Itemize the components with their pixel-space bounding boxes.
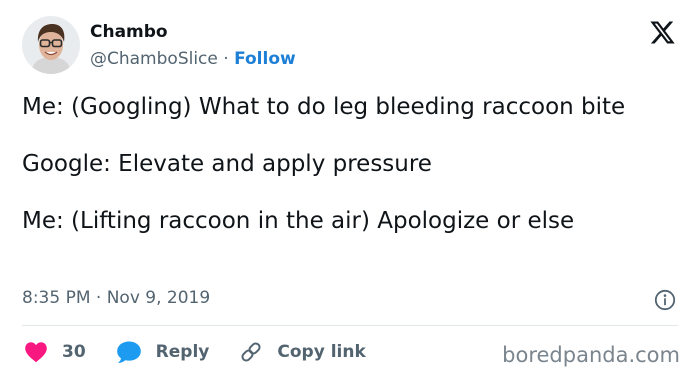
avatar[interactable] bbox=[22, 16, 80, 74]
reply-button[interactable]: Reply bbox=[116, 340, 210, 364]
action-bar: 30 Reply Copy link bbox=[24, 338, 366, 366]
tweet-line: Me: (Googling) What to do leg bleeding r… bbox=[22, 94, 626, 120]
divider bbox=[22, 325, 678, 326]
timestamp-separator: · bbox=[95, 288, 102, 308]
tweet-text: Me: (Googling) What to do leg bleeding r… bbox=[22, 92, 672, 236]
tweet-time: 8:35 PM bbox=[22, 288, 91, 308]
tweet-line: Me: (Lifting raccoon in the air) Apologi… bbox=[22, 208, 575, 234]
avatar-image bbox=[22, 16, 80, 74]
heart-icon bbox=[25, 342, 47, 363]
author-display-name[interactable]: Chambo bbox=[90, 22, 168, 42]
reply-label: Reply bbox=[155, 342, 210, 362]
tweet-line: Google: Elevate and apply pressure bbox=[22, 151, 432, 177]
author-handle[interactable]: @ChamboSlice bbox=[90, 49, 218, 69]
info-icon[interactable] bbox=[654, 289, 676, 311]
watermark: boredpanda.com bbox=[502, 343, 680, 367]
follow-button[interactable]: Follow bbox=[234, 49, 296, 69]
like-button[interactable]: 30 bbox=[24, 341, 86, 363]
link-icon bbox=[241, 342, 261, 362]
like-count: 30 bbox=[62, 342, 86, 362]
x-logo-icon[interactable] bbox=[649, 19, 676, 46]
tweet-date: Nov 9, 2019 bbox=[106, 288, 211, 308]
reply-bubble-icon bbox=[116, 341, 141, 363]
copy-link-label: Copy link bbox=[277, 342, 366, 362]
copy-link-button[interactable]: Copy link bbox=[239, 340, 366, 364]
tweet-timestamp[interactable]: 8:35 PM · Nov 9, 2019 bbox=[22, 288, 210, 308]
author-handle-row: @ChamboSlice · Follow bbox=[90, 49, 296, 69]
handle-separator: · bbox=[223, 49, 229, 69]
